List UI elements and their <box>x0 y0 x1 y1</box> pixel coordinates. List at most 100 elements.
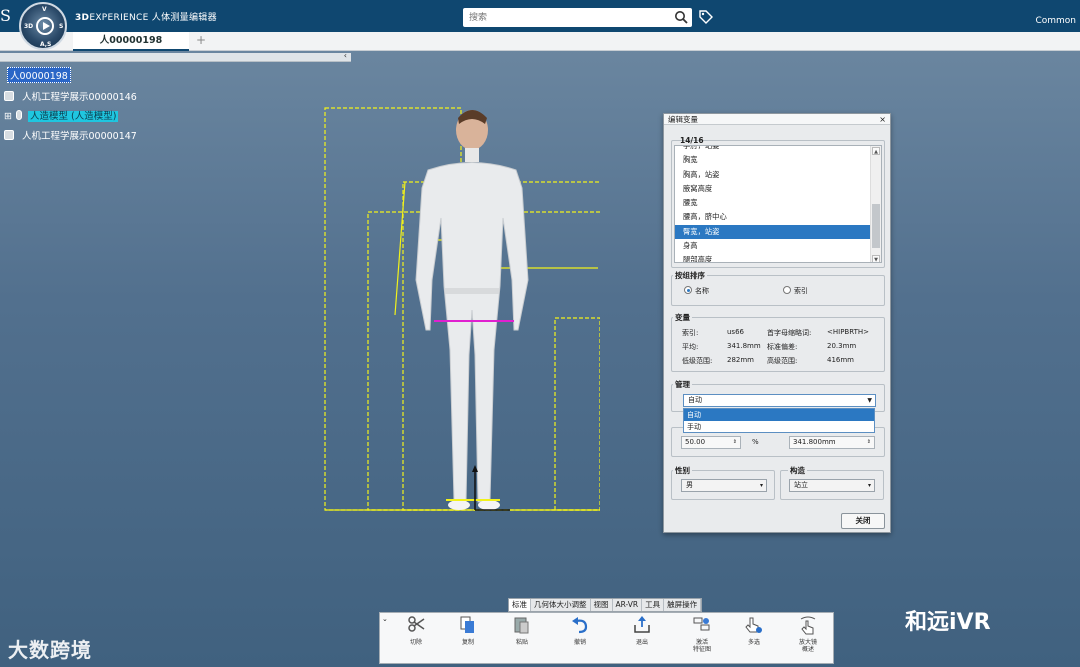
tab-document[interactable]: 人00000198 <box>73 32 189 51</box>
manage-dropdown-menu[interactable]: 自动 手动 <box>683 408 875 433</box>
variable-list-item[interactable]: 胸宽 <box>675 153 881 167</box>
tag-icon[interactable] <box>698 9 714 25</box>
undo-icon <box>572 617 588 634</box>
gender-label: 性别 <box>673 465 692 476</box>
variable-info-v1: 282mm <box>727 356 754 364</box>
tool-button-activate[interactable]: 激活 特征图 <box>681 615 723 653</box>
variable-info-k1: 低级范围: <box>682 357 713 365</box>
toolbar-menu-chevron-icon[interactable]: ⌄ <box>382 615 388 623</box>
variable-list[interactable]: 手肘，站姿 胸宽 胸高，站姿 腋窝高度 腰宽 腰高，脐中心 臀宽，站姿 身高 腿部高度 ▲ ▼ <box>674 145 882 263</box>
manikin-figure[interactable] <box>300 100 600 520</box>
axis-triad-icon[interactable] <box>460 462 520 522</box>
tab-bar: 人00000198 + <box>0 32 1080 51</box>
close-icon[interactable]: × <box>879 114 886 125</box>
tree-item-ergo-147[interactable]: 人机工程学展示00000147 <box>4 128 137 142</box>
variable-list-item[interactable]: 手肘，站姿 <box>675 146 881 153</box>
copy-icon <box>460 616 474 633</box>
watermark-left: 大数跨境 <box>8 638 92 662</box>
brand-logo[interactable]: S <box>0 6 11 25</box>
variable-count: 14/16 <box>680 136 704 145</box>
variable-info-k1: 平均: <box>682 343 699 351</box>
magnifier-icon <box>800 616 816 635</box>
variable-info-v1: 341.8mm <box>727 342 761 350</box>
variable-list-item[interactable]: 胸高，站姿 <box>675 168 881 182</box>
search-icon[interactable] <box>674 10 688 24</box>
tool-label: 放大镜 概述 <box>798 639 817 654</box>
variable-list-item[interactable]: 腰宽 <box>675 196 881 210</box>
radio-icon[interactable] <box>783 286 791 294</box>
variable-info-v1: us66 <box>727 328 744 336</box>
multiselect-icon <box>745 617 762 633</box>
play-icon[interactable] <box>36 17 54 35</box>
expand-icon[interactable]: ⊞ <box>4 111 12 122</box>
tool-button-multiselect[interactable]: 多选 <box>733 615 775 646</box>
variable-list-item[interactable]: 身高 <box>675 239 881 253</box>
product-icon <box>4 91 14 101</box>
variable-list-item[interactable]: 腋窝高度 <box>675 182 881 196</box>
search-input[interactable] <box>463 8 663 27</box>
toolbar-tab[interactable]: 工具 <box>642 599 665 611</box>
dialog-title: 编辑变量 × <box>664 114 890 125</box>
product-icon <box>4 130 14 140</box>
compass-icon[interactable]: V 3D S A,S <box>19 2 67 50</box>
dropdown-option-auto[interactable]: 自动 <box>684 409 874 421</box>
spinner-icon[interactable]: ⇕ <box>867 437 871 448</box>
manikin-body <box>415 110 529 510</box>
gender-select[interactable]: 男 ▾ <box>681 479 767 492</box>
toolbar-tab[interactable]: 标准 <box>509 599 531 611</box>
tool-button-copy[interactable]: 复制 <box>447 615 489 646</box>
variable-list-scrollbar[interactable]: ▲ ▼ <box>870 146 881 262</box>
tree-collapse-bar[interactable]: ‹ <box>0 51 351 62</box>
toolbar-tab[interactable]: 触屏操作 <box>664 599 702 611</box>
scroll-down-icon[interactable]: ▼ <box>872 255 880 262</box>
user-label[interactable]: Common <box>1035 16 1076 26</box>
chevron-down-icon[interactable]: ▾ <box>760 480 763 491</box>
scroll-up-icon[interactable]: ▲ <box>872 147 880 155</box>
sort-by-index-radio[interactable]: 索引 <box>783 286 808 296</box>
search-box[interactable] <box>463 8 692 27</box>
value-mm-input[interactable]: 341.800mm ⇕ <box>789 436 875 449</box>
variable-list-item[interactable]: 腰高，脐中心 <box>675 210 881 224</box>
variable-list-item[interactable]: 臀宽，站姿 <box>675 224 881 240</box>
collapse-chevron-icon[interactable]: ‹ <box>344 51 347 60</box>
manage-select[interactable]: 自动 ▼ <box>683 394 876 407</box>
tool-button-magnifier[interactable]: 放大镜 概述 <box>787 615 829 653</box>
tool-button-scissors[interactable]: 切除 <box>395 615 437 646</box>
variable-info-label: 变量 <box>673 312 692 323</box>
sort-by-name-radio[interactable]: 名称 <box>684 286 709 296</box>
posture-select[interactable]: 站立 ▾ <box>789 479 875 492</box>
dropdown-option-manual[interactable]: 手动 <box>684 421 874 433</box>
close-button[interactable]: 关闭 <box>841 513 885 529</box>
posture-label: 构造 <box>788 465 807 476</box>
add-tab-button[interactable]: + <box>196 33 206 47</box>
toolbar-tab[interactable]: 视图 <box>591 599 613 611</box>
tree-item-ergo-146[interactable]: 人机工程学展示00000146 <box>4 89 137 103</box>
variable-info-k2: 标准偏差: <box>767 343 798 351</box>
scroll-thumb[interactable] <box>872 204 880 248</box>
tree-item-manikin[interactable]: ⊞ 人造模型 (人造模型) <box>4 108 119 122</box>
variable-info-v2: 20.3mm <box>827 342 857 350</box>
variable-info-k2: 首字母缩略词: <box>767 329 812 337</box>
toolbar-tab[interactable]: AR-VR <box>613 599 643 611</box>
tool-label: 粘贴 <box>515 639 528 646</box>
toolbar-tab[interactable]: 几何体大小调整 <box>531 599 591 611</box>
tree-item-label: 人造模型 (人造模型) <box>27 111 119 122</box>
paste-icon <box>514 617 529 634</box>
tool-button-export[interactable]: 退出 <box>621 615 663 646</box>
chevron-down-icon[interactable]: ▾ <box>868 480 871 491</box>
percentile-input[interactable]: 50.00 ⇕ <box>681 436 741 449</box>
spinner-icon[interactable]: ⇕ <box>733 437 737 448</box>
variable-info-v2: <HIPBRTH> <box>827 328 869 336</box>
action-toolbar: ⌄ 切除 复制 粘贴 撤销 退出 激活 特征图 多选 放大镜 概述 <box>379 612 834 664</box>
variable-info-k1: 索引: <box>682 329 699 337</box>
top-bar: S 3DEXPERIENCE 人体测量编辑器 Common <box>0 0 1080 32</box>
chevron-down-icon[interactable]: ▼ <box>867 395 872 406</box>
manage-group-label: 管理 <box>673 379 692 390</box>
activate-icon <box>693 617 710 631</box>
tool-button-undo[interactable]: 撤销 <box>559 615 601 646</box>
tree-root[interactable]: 人00000198 <box>7 67 71 83</box>
tool-button-paste[interactable]: 粘贴 <box>501 615 543 646</box>
edit-variable-dialog: 编辑变量 × 14/16 手肘，站姿 胸宽 胸高，站姿 腋窝高度 腰宽 腰高，脐中心 臀宽，站… <box>663 113 891 533</box>
variable-list-item[interactable]: 腿部高度 <box>675 253 881 262</box>
radio-icon[interactable] <box>684 286 692 294</box>
